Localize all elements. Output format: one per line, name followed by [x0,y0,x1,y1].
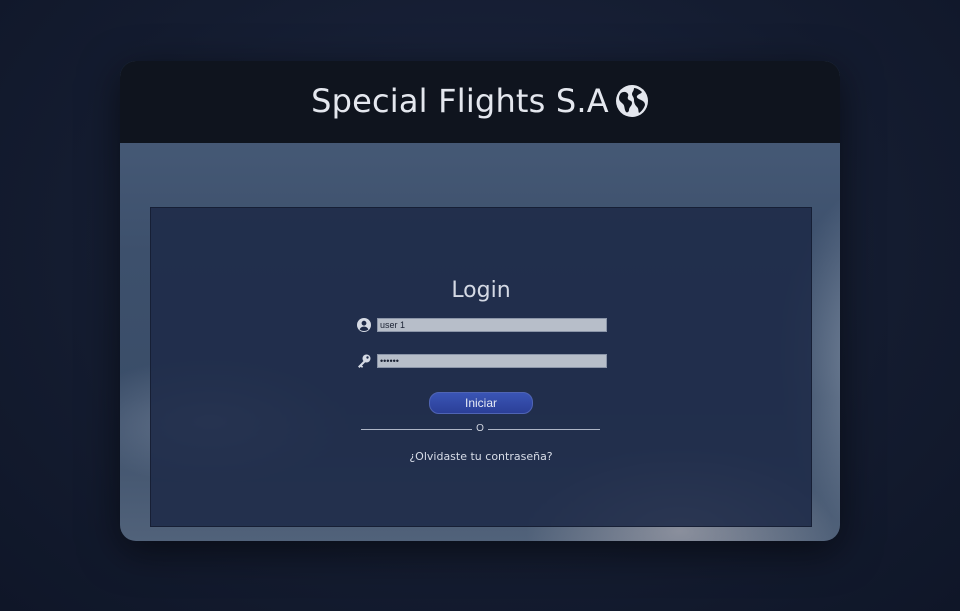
username-row [356,317,607,333]
password-input[interactable] [377,354,607,368]
key-icon [358,354,371,368]
globe-americas-icon [615,85,648,117]
brand: Special Flights S.A [311,82,649,120]
login-panel: Login Iniciar O ¿Olvidaste tu contraseña… [150,207,812,527]
forgot-password-link[interactable]: ¿Olvidaste tu contraseña? [151,450,811,463]
username-input[interactable] [377,318,607,332]
site-header: Special Flights S.A [120,61,840,143]
divider-line-right [488,429,600,430]
divider-line-left [361,429,472,430]
divider-or: O [476,423,484,434]
site-title: Special Flights S.A [311,82,609,120]
login-heading: Login [451,278,511,303]
login-card: Special Flights S.A Login user 1 •••••• … [120,61,840,541]
iniciar-button[interactable]: Iniciar [429,392,533,414]
user-circle-icon [357,318,371,332]
password-row [356,353,607,369]
